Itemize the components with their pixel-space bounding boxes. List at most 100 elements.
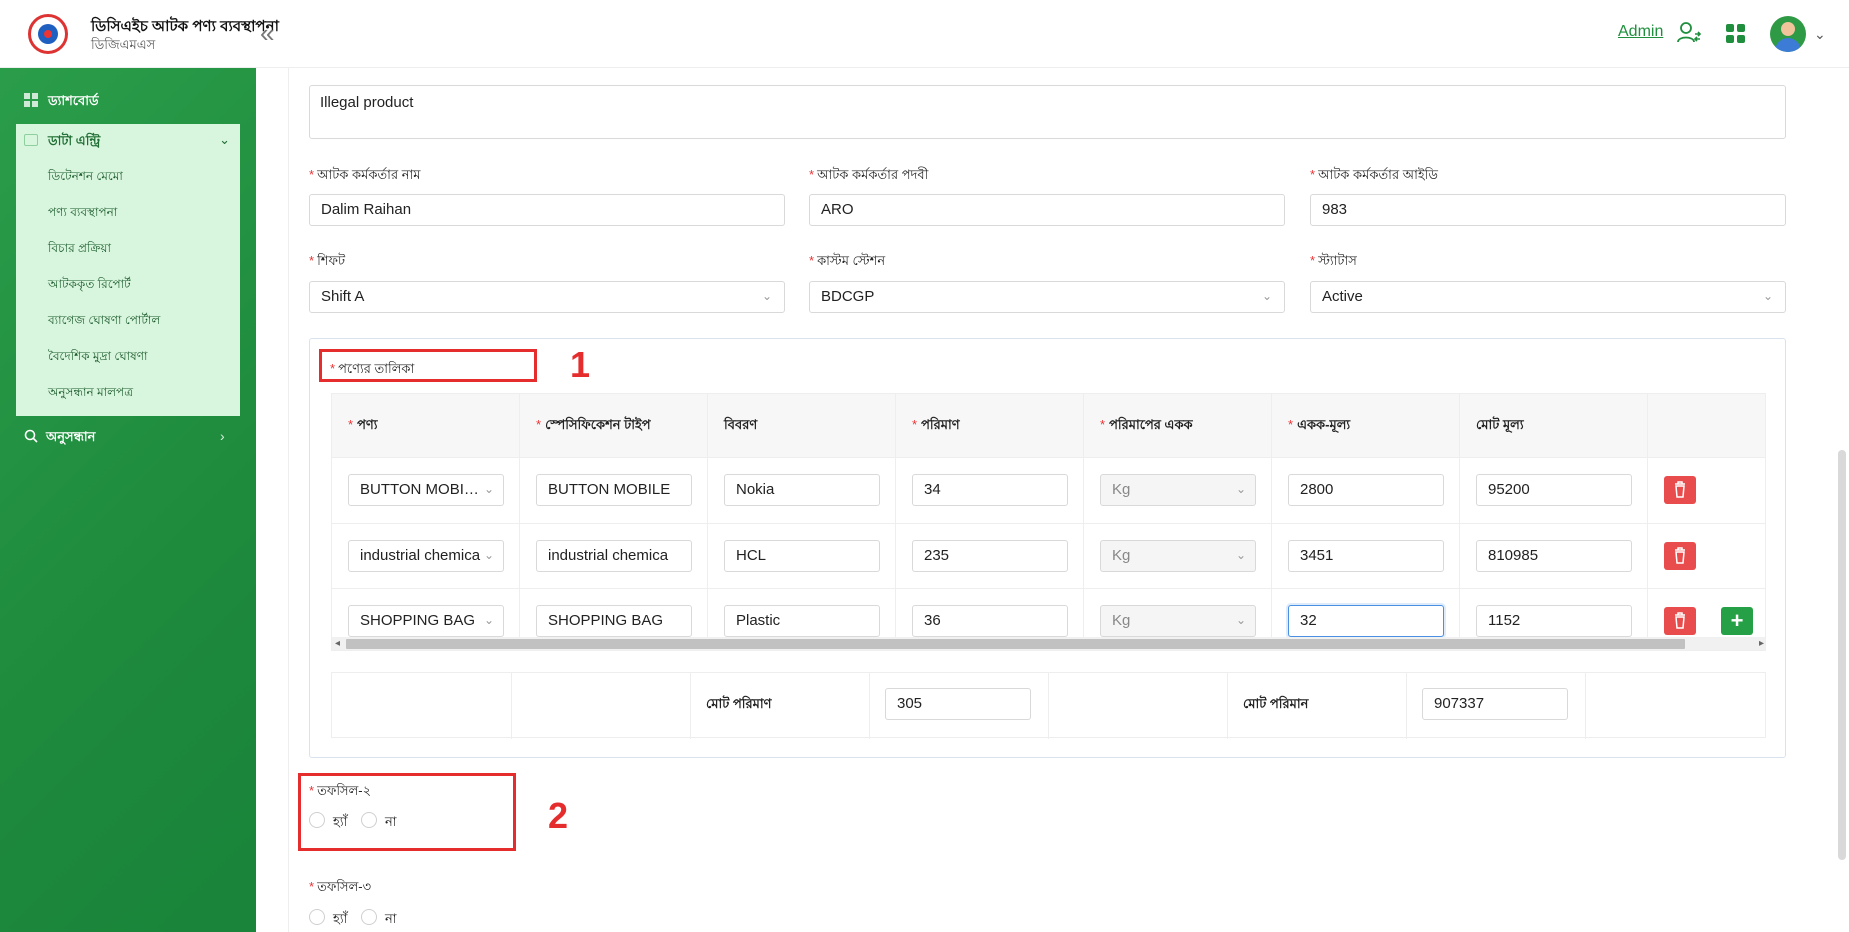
officer-designation-label: * আটক কর্মকর্তার পদবী	[809, 167, 929, 182]
chevron-down-icon[interactable]: ⌄	[1814, 26, 1826, 43]
quantity-input[interactable]: 235	[912, 540, 1068, 572]
chevron-down-icon: ⌄	[1235, 613, 1246, 627]
quantity-input[interactable]: 34	[912, 474, 1068, 506]
delete-row-button[interactable]	[1664, 607, 1696, 635]
collapse-sidebar-icon[interactable]: «	[260, 20, 274, 46]
app-logo	[28, 14, 68, 54]
officer-designation-input[interactable]: ARO	[809, 194, 1285, 226]
status-label: * স্ট্যাটাস	[1310, 253, 1357, 268]
officer-id-label: * আটক কর্মকর্তার আইডি	[1310, 167, 1438, 182]
sidebar-subitem-baggage-portal[interactable]: ব্যাগেজ ঘোষণা পোর্টাল	[48, 312, 160, 332]
sidebar-subitem-seized-report[interactable]: আটককৃত রিপোর্ট	[48, 276, 131, 296]
chevron-down-icon: ⌄	[483, 548, 494, 562]
user-switch-icon[interactable]	[1676, 20, 1702, 46]
scrollbar-thumb[interactable]	[1838, 450, 1846, 860]
total-price-input[interactable]: 95200	[1476, 474, 1632, 506]
total-price-input[interactable]: 1152	[1476, 605, 1632, 637]
column-header-total: মোট মূল্য	[1476, 417, 1524, 432]
tofsil-3-no-radio[interactable]	[361, 909, 377, 925]
sidebar-subitem-unclaimed-goods[interactable]: অনুসন্ধান মালপত্র	[48, 384, 133, 404]
column-header-product: * পণ্য	[348, 417, 378, 432]
dashboard-icon	[24, 93, 38, 107]
quantity-input[interactable]: 36	[912, 605, 1068, 637]
scroll-left-icon[interactable]: ◂	[335, 638, 340, 649]
scrollbar-thumb[interactable]	[346, 639, 1685, 649]
sidebar-subitem-trial-process[interactable]: বিচার প্রক্রিয়া	[48, 240, 111, 260]
officer-id-input[interactable]: 983	[1310, 194, 1786, 226]
totals-row: মোট পরিমাণ 305 মোট পরিমান 907337	[331, 672, 1766, 739]
description-textarea[interactable]: Illegal product	[309, 85, 1786, 139]
officer-name-input[interactable]: Dalim Raihan	[309, 194, 785, 226]
chevron-down-icon: ⌄	[1261, 289, 1272, 303]
sidebar-item-search[interactable]: অনুসন্ধান	[24, 428, 95, 449]
scroll-right-icon[interactable]: ▸	[1759, 638, 1764, 649]
user-name-link[interactable]: Admin	[1618, 23, 1663, 41]
status-select[interactable]: Active ⌄	[1310, 281, 1786, 313]
sidebar-item-dashboard[interactable]: ড্যাশবোর্ড	[24, 92, 99, 114]
unit-price-input[interactable]: 32	[1288, 605, 1444, 637]
description-input[interactable]: HCL	[724, 540, 880, 572]
total-quantity-input[interactable]: 305	[885, 688, 1031, 720]
tofsil-3-no-label: না	[385, 911, 397, 926]
column-header-description: বিবরণ	[724, 417, 758, 432]
add-row-button[interactable]: +	[1721, 607, 1753, 635]
unit-select: Kg ⌄	[1100, 474, 1256, 506]
sidebar-subitem-product-management[interactable]: পণ্য ব্যবস্থাপনা	[48, 204, 117, 224]
sidebar-subitem-detention-memo[interactable]: ডিটেনশন মেমো	[48, 168, 123, 188]
shift-select[interactable]: Shift A ⌄	[309, 281, 785, 313]
sidebar-item-label: ডাটা এন্ট্রি	[48, 133, 101, 148]
description-input[interactable]: Plastic	[724, 605, 880, 637]
tofsil-3-yes-label: হ্যাঁ	[333, 911, 348, 926]
card-border	[288, 68, 289, 932]
unit-select: Kg ⌄	[1100, 605, 1256, 637]
tofsil-2-label: * তফসিল-২	[309, 783, 372, 798]
vertical-scrollbar[interactable]	[1835, 68, 1849, 932]
spec-input[interactable]: BUTTON MOBILE	[536, 474, 692, 506]
apps-grid-icon[interactable]	[1726, 24, 1746, 44]
database-icon	[24, 134, 38, 146]
total-amount-input[interactable]: 907337	[1422, 688, 1568, 720]
shift-label: * শিফট	[309, 253, 346, 268]
sidebar: ড্যাশবোর্ড ডাটা এন্ট্রি ⌄ ডিটেনশন মেমো প…	[0, 68, 256, 932]
annotation-box-1	[319, 349, 537, 382]
search-icon	[24, 429, 38, 443]
trash-icon	[1675, 481, 1685, 498]
chevron-down-icon: ⌄	[483, 613, 494, 627]
product-select[interactable]: BUTTON MOBILE ⌄	[348, 474, 504, 506]
horizontal-scrollbar[interactable]: ◂ ▸	[332, 637, 1765, 650]
chevron-down-icon: ⌄	[1762, 289, 1773, 303]
chevron-down-icon: ⌄	[483, 482, 494, 496]
total-amount-label: মোট পরিমান	[1243, 696, 1309, 711]
station-label: * কাস্টম স্টেশন	[809, 253, 886, 268]
top-header: ডিসিএইচ আটক পণ্য ব্যবস্থাপনা ডিজিএমএস « …	[0, 0, 1849, 68]
spec-input[interactable]: SHOPPING BAG	[536, 605, 692, 637]
tofsil-2-no-radio[interactable]	[361, 812, 377, 828]
tofsil-2-yes-radio[interactable]	[309, 812, 325, 828]
avatar[interactable]	[1770, 16, 1806, 52]
tofsil-3-label: * তফসিল-৩	[309, 879, 372, 894]
total-price-input[interactable]: 810985	[1476, 540, 1632, 572]
unit-select: Kg ⌄	[1100, 540, 1256, 572]
description-input[interactable]: Nokia	[724, 474, 880, 506]
sidebar-subitem-currency-declaration[interactable]: বৈদেশিক মুদ্রা ঘোষণা	[48, 348, 148, 368]
tofsil-3-yes-radio[interactable]	[309, 909, 325, 925]
unit-price-input[interactable]: 2800	[1288, 474, 1444, 506]
sidebar-item-data-entry[interactable]: ডাটা এন্ট্রি	[24, 132, 100, 153]
custom-station-select[interactable]: BDCGP ⌄	[809, 281, 1285, 313]
chevron-right-icon[interactable]: ›	[220, 428, 225, 444]
officer-name-label: * আটক কর্মকর্তার নাম	[309, 167, 421, 182]
sidebar-item-label: অনুসন্ধান	[46, 429, 96, 444]
delete-row-button[interactable]	[1664, 542, 1696, 570]
spec-input[interactable]: industrial chemica	[536, 540, 692, 572]
product-select[interactable]: SHOPPING BAG ⌄	[348, 605, 504, 637]
column-header-unit: * পরিমাপের একক	[1100, 417, 1193, 432]
chevron-down-icon[interactable]: ⌄	[219, 132, 230, 148]
chevron-down-icon: ⌄	[1235, 548, 1246, 562]
trash-icon	[1675, 547, 1685, 564]
product-select[interactable]: industrial chemica ⌄	[348, 540, 504, 572]
unit-price-input[interactable]: 3451	[1288, 540, 1444, 572]
chevron-down-icon: ⌄	[761, 289, 772, 303]
plus-icon: +	[1730, 608, 1744, 633]
column-header-unit-price: * একক-মূল্য	[1288, 417, 1351, 432]
delete-row-button[interactable]	[1664, 476, 1696, 504]
